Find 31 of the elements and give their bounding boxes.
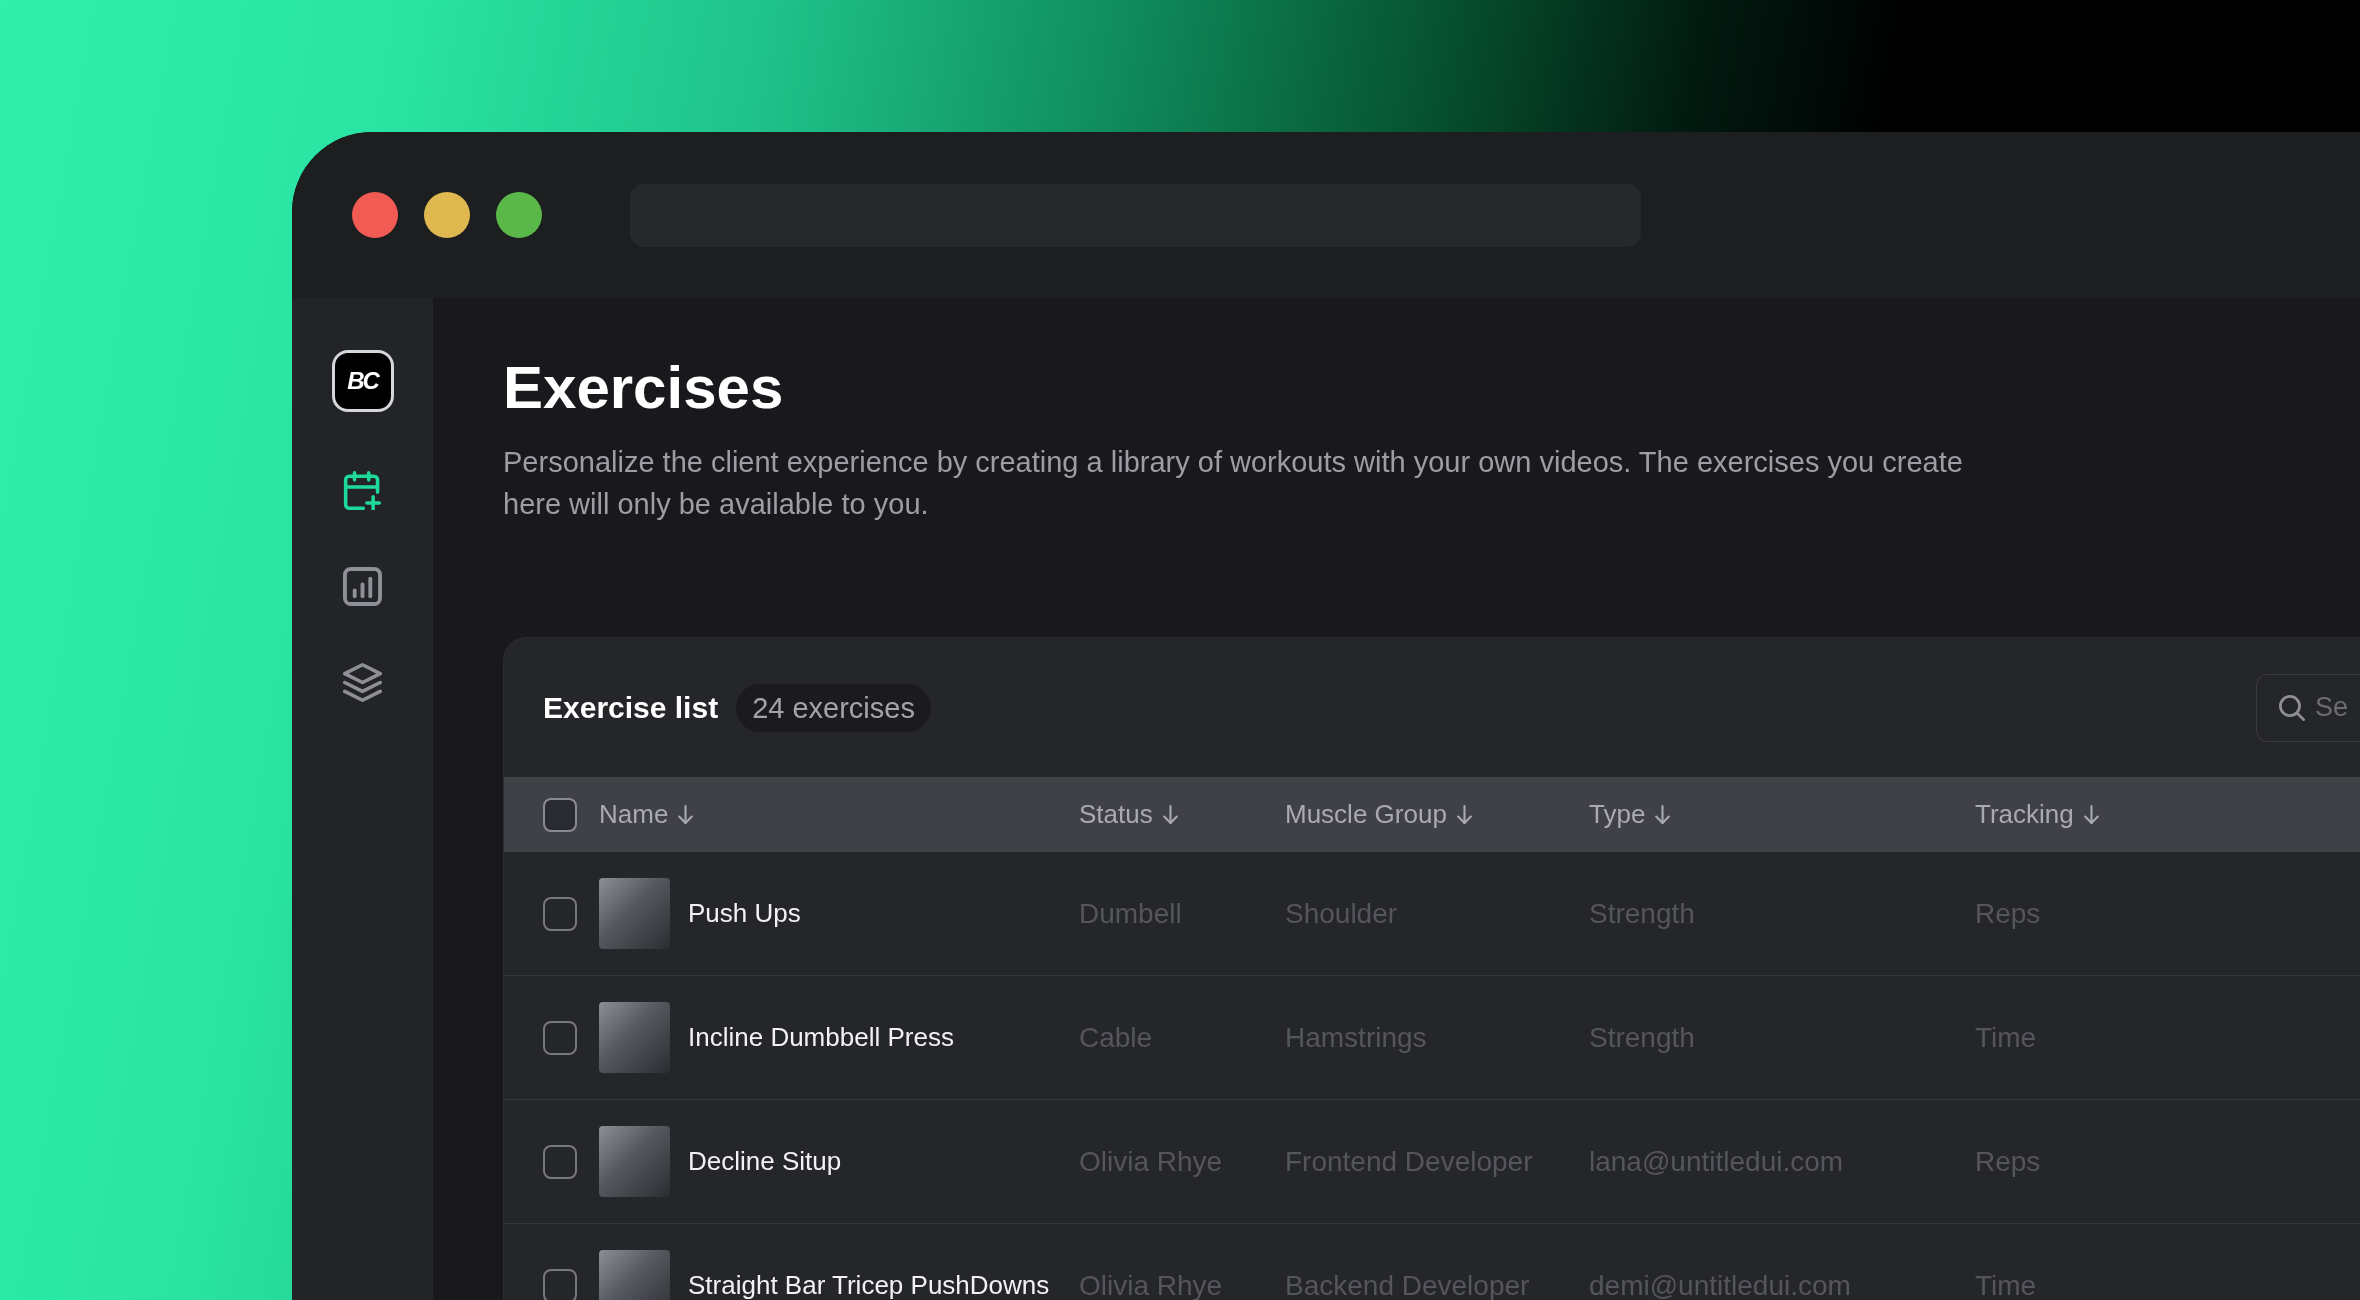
column-header[interactable]: Name <box>599 799 694 830</box>
page-title: Exercises <box>503 353 784 423</box>
column-header[interactable]: Status <box>1079 799 1178 830</box>
window-maximize-icon[interactable] <box>496 192 542 238</box>
checkbox[interactable] <box>543 1020 577 1055</box>
checkbox[interactable] <box>543 797 577 832</box>
exercise-name[interactable]: Incline Dumbbell Press <box>688 1022 954 1053</box>
photo-placeholder <box>599 1126 670 1197</box>
photo-placeholder <box>599 1002 670 1073</box>
window-minimize-icon[interactable] <box>424 192 470 238</box>
exercise-name[interactable]: Straight Bar Tricep PushDowns <box>688 1270 1050 1300</box>
checkbox[interactable] <box>543 1144 577 1179</box>
checkbox[interactable] <box>543 896 577 931</box>
calendar-plus-icon[interactable] <box>343 471 382 510</box>
window-close-icon[interactable] <box>352 192 398 238</box>
layers-icon[interactable] <box>343 663 382 702</box>
exercise-name[interactable]: Decline Situp <box>688 1146 842 1177</box>
checkbox[interactable] <box>543 1268 577 1300</box>
search-field[interactable]: Se <box>2256 673 2360 742</box>
column-header[interactable]: Type <box>1589 799 1671 830</box>
photo-placeholder <box>599 878 670 949</box>
column-header[interactable]: Muscle Group <box>1285 799 1472 830</box>
photo-placeholder <box>599 1250 670 1300</box>
count-badge: 24 exercises <box>736 683 931 732</box>
page-description: Personalize the client experience by creating a library of workouts with your own videos. The exercises you create here will only be available to you. <box>503 445 1964 522</box>
column-header[interactable]: Tracking <box>1975 799 2099 830</box>
app-logo[interactable]: BC <box>331 350 394 412</box>
exercise-name[interactable]: Push Ups <box>688 898 801 929</box>
search-icon <box>2279 694 2305 721</box>
card-title: Exercise list <box>543 690 719 725</box>
bar-chart-icon[interactable] <box>343 567 382 606</box>
